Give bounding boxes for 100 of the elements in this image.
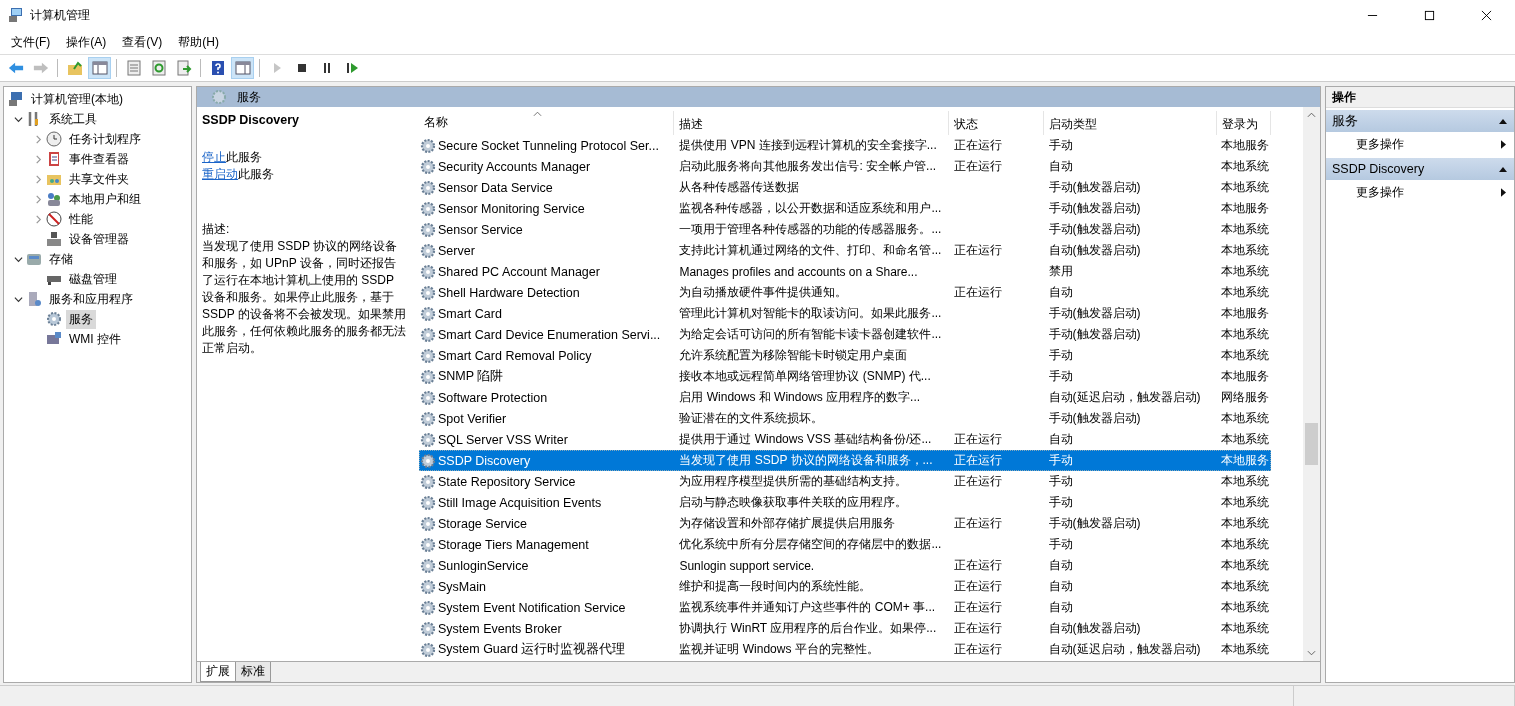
tree-item[interactable]: 共享文件夹 [66,169,132,189]
tree-item[interactable]: 事件查看器 [66,149,132,169]
table-cell-text: 自动 [1047,284,1074,301]
tree-item[interactable]: 计算机管理(本地) [28,89,126,109]
table-cell-text: 手动 [1047,368,1074,385]
table-cell-text: 协调执行 WinRT 应用程序的后台作业。如果停... [678,620,938,637]
table-row[interactable]: System Event Notification Service 监视系统事件并通知订户这些事件的 COM+ 事... 正在运行 自动 本地系统 [419,597,1271,618]
table-row[interactable]: Smart Card Removal Policy 允许系统配置为移除智能卡时锁定用户桌面 手动 本地系统 [419,345,1271,366]
table-cell-text: 本地系统 [1220,431,1270,448]
chevron-icon[interactable] [13,114,23,124]
gear-icon [420,473,436,490]
menu-item[interactable]: 文件(F) [3,33,59,51]
table-row[interactable]: Sensor Monitoring Service 监视各种传感器，以公开数据和适应系统和用户... 手动(触发器启动) 本地服务 [419,198,1271,219]
gear-icon [420,641,436,658]
column-header[interactable]: 描述 [674,111,949,135]
tree-item[interactable]: 任务计划程序 [66,129,144,149]
table-row[interactable]: SysMain 维护和提高一段时间内的系统性能。 正在运行 自动 本地系统 [419,576,1271,597]
table-row[interactable]: Smart Card 管理此计算机对智能卡的取读访问。如果此服务... 手动(触发器启动) 本地服务 [419,303,1271,324]
table-row[interactable]: Spot Verifier 验证潜在的文件系统损坏。 手动(触发器启动) 本地系统 [419,408,1271,429]
column-header[interactable]: 名称 [419,111,674,135]
table-row[interactable]: SSDP Discovery 当发现了使用 SSDP 协议的网络设备和服务，... 正在运行 手动 本地服务 [419,450,1271,471]
chevron-icon[interactable] [13,294,23,304]
action-item[interactable]: 更多操作 [1326,180,1514,204]
table-row[interactable]: System Guard 运行时监视器代理 监视并证明 Windows 平台的完整性。 正在运行 自动(延迟启动，触发器启动) 本地系统 [419,639,1271,660]
table-row[interactable]: Security Accounts Manager 启动此服务将向其他服务发出信号: 安全帐户管... 正在运行 自动 本地系统 [419,156,1271,177]
server-icon [26,291,42,307]
chevron-icon[interactable] [13,254,23,264]
document-icon [125,60,142,76]
table-row[interactable]: Smart Card Device Enumeration Servi... 为给定会话可访问的所有智能卡读卡器创建软件... 手动(触发器启动) 本地系统 [419,324,1271,345]
collapse-icon[interactable] [1498,166,1508,172]
column-header[interactable]: 状态 [949,111,1044,135]
table-cell-text: 一项用于管理各种传感器的功能的传感器服务。... [678,221,943,238]
sort-indicator-icon [533,111,543,117]
service-name: SunloginService [438,558,529,573]
table-row[interactable]: Sensor Data Service 从各种传感器传送数据 手动(触发器启动) 本地系统 [419,177,1271,198]
service-name: Sensor Data Service [438,180,553,195]
tree-item[interactable]: 服务 [66,309,96,329]
action-link[interactable]: 停止 [202,150,226,164]
table-row[interactable]: Shell Hardware Detection 为自动播放硬件事件提供通知。 正在运行 自动 本地系统 [419,282,1271,303]
table-row[interactable]: State Repository Service 为应用程序模型提供所需的基础结构支持。 正在运行 手动 本地系统 [419,471,1271,492]
service-name: Software Protection [438,390,548,405]
collapse-icon[interactable] [1498,118,1508,124]
service-name: SNMP 陷阱 [438,368,504,385]
column-header[interactable]: 登录为 [1217,111,1271,135]
actionpane-button[interactable] [231,57,254,79]
menu-item[interactable]: 操作(A) [58,33,115,51]
menu-item[interactable]: 帮助(H) [170,33,227,51]
service-name: Smart Card Removal Policy [438,348,592,363]
column-header[interactable]: 启动类型 [1044,111,1217,135]
tree-item[interactable]: 系统工具 [46,109,100,129]
scroll-down-icon[interactable] [1307,650,1316,656]
table-row[interactable]: Storage Service 为存储设置和外部存储扩展提供启用服务 正在运行 手动(触发器启动) 本地系统 [419,513,1271,534]
tree-item[interactable]: 磁盘管理 [66,269,120,289]
window-title: 计算机管理 [30,6,91,24]
tree-item[interactable]: 设备管理器 [66,229,132,249]
table-cell-text: 手动 [1047,473,1074,490]
table-cell-text: 监视各种传感器，以公开数据和适应系统和用户... [678,200,943,217]
table-row[interactable]: System Events Broker 协调执行 WinRT 应用程序的后台作业。如果停... 正在运行 自动(触发器启动) 本地系统 [419,618,1271,639]
table-row[interactable]: SQL Server VSS Writer 提供用于通过 Windows VSS 基础结构备份/还... 正在运行 自动 本地系统 [419,429,1271,450]
view-tab[interactable]: 扩展 [200,662,236,682]
table-cell-text: 自动 [1047,158,1074,175]
scroll-up-icon[interactable] [1307,112,1316,118]
table-cell: 正在运行 [953,642,1002,656]
table-cell: 正在运行 [953,600,1002,614]
tree-button[interactable] [88,57,111,79]
menu-item[interactable]: 查看(V) [114,33,171,51]
table-row[interactable]: Still Image Acquisition Events 启动与静态映像获取事件关联的应用程序。 手动 本地系统 [419,492,1271,513]
table-row[interactable]: Sensor Service 一项用于管理各种传感器的功能的传感器服务。... 手动(触发器启动) 本地系统 [419,219,1271,240]
service-name: System Guard 运行时监视器代理 [438,641,626,658]
table-cell-text: 手动(触发器启动) [1047,221,1142,238]
table-cell-text: 为给定会话可访问的所有智能卡读卡器创建软件... [678,326,943,343]
table-cell: 正在运行 [953,579,1002,593]
table-row[interactable]: SunloginService Sunlogin support service. 正在运行 自动 本地系统 [419,555,1271,576]
table-cell-text: 为自动播放硬件事件提供通知。 [678,284,849,301]
section-header[interactable]: 服务 [1326,110,1514,132]
tree-item[interactable]: 本地用户和组 [66,189,144,209]
table-row[interactable]: Secure Socket Tunneling Protocol Ser... 提供使用 VPN 连接到远程计算机的安全套接字... 正在运行 手动 本地服务 [419,135,1271,156]
gear-icon [420,284,436,301]
table-row[interactable]: Software Protection 启用 Windows 和 Windows 应用程序的数字... 自动(延迟启动，触发器启动) 网络服务 [419,387,1271,408]
table-cell-text: 自动 [1047,557,1074,574]
table-row[interactable]: Storage Tiers Management 优化系统中所有分层存储空间的存储层中的数据... 手动 本地系统 [419,534,1271,555]
table-cell-text: 启动此服务将向其他服务发出信号: 安全帐户管... [678,158,938,175]
table-cell-text: 验证潜在的文件系统损坏。 [678,410,825,427]
section-header[interactable]: SSDP Discovery [1326,158,1514,180]
table-cell: 正在运行 [953,516,1002,530]
tree-item[interactable]: 存储 [46,249,76,269]
view-tab[interactable]: 标准 [235,662,271,682]
tree-item[interactable]: 服务和应用程序 [46,289,136,309]
action-link[interactable]: 重启动 [202,167,238,181]
action-item[interactable]: 更多操作 [1326,132,1514,156]
table-cell-text: 禁用 [1047,263,1074,280]
table-row[interactable]: Shared PC Account Manager Manages profiles and accounts on a Share... 禁用 本地系统 [419,261,1271,282]
scrollbar-thumb[interactable] [1305,423,1318,465]
table-cell-text: 本地系统 [1220,242,1270,259]
tree-item[interactable]: WMI 控件 [66,329,124,349]
table-row[interactable]: SNMP 陷阱 接收本地或远程简单网络管理协议 (SNMP) 代... 手动 本地服务 [419,366,1271,387]
table-row[interactable]: Server 支持此计算机通过网络的文件、打印、和命名管... 正在运行 自动(触发器启动) 本地系统 [419,240,1271,261]
scrollbar[interactable] [1303,107,1320,661]
tree-item[interactable]: 性能 [66,209,96,229]
service-name: Security Accounts Manager [438,159,591,174]
